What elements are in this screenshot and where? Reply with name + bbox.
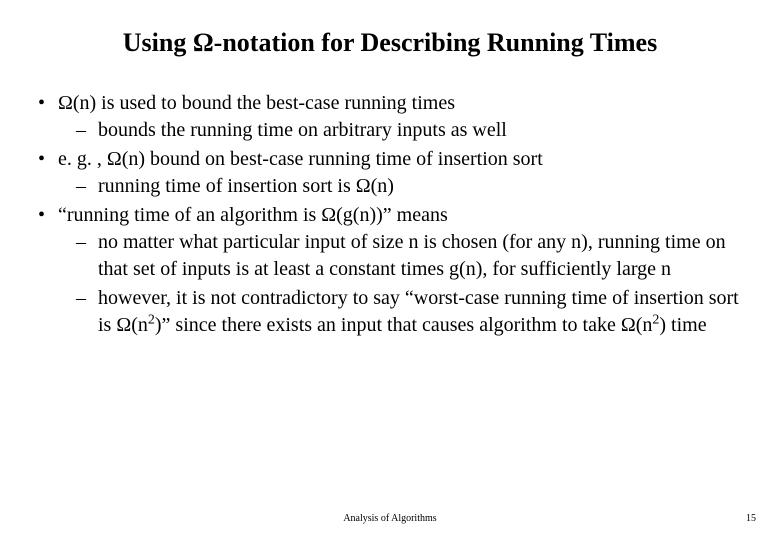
- sub-bullet-text: bounds the running time on arbitrary inp…: [98, 119, 507, 141]
- sub-bullet-text: no matter what particular input of size …: [98, 231, 726, 280]
- superscript: 2: [148, 312, 155, 327]
- sub-bullet-item: no matter what particular input of size …: [58, 229, 750, 283]
- sub-bullet-text: running time of insertion sort is Ω(n): [98, 175, 394, 197]
- bullet-item: e. g. , Ω(n) bound on best-case running …: [30, 146, 750, 200]
- bullet-text: “running time of an algorithm is Ω(g(n))…: [58, 204, 448, 226]
- bullet-text: Ω(n) is used to bound the best-case runn…: [58, 92, 455, 114]
- sub-bullet-list: bounds the running time on arbitrary inp…: [58, 117, 750, 144]
- slide-content: Ω(n) is used to bound the best-case runn…: [30, 90, 750, 339]
- bullet-item: Ω(n) is used to bound the best-case runn…: [30, 90, 750, 144]
- bullet-text: e. g. , Ω(n) bound on best-case running …: [58, 148, 543, 170]
- sub-bullet-item: however, it is not contradictory to say …: [58, 285, 750, 339]
- footer-text: Analysis of Algorithms: [0, 513, 780, 524]
- sub-bullet-text-part: )” since there exists an input that caus…: [155, 314, 653, 336]
- sub-bullet-text-part: ) time: [659, 314, 706, 336]
- sub-bullet-list: running time of insertion sort is Ω(n): [58, 173, 750, 200]
- sub-bullet-item: running time of insertion sort is Ω(n): [58, 173, 750, 200]
- slide-body: Using Ω-notation for Describing Running …: [0, 0, 780, 339]
- bullet-list: Ω(n) is used to bound the best-case runn…: [30, 90, 750, 339]
- sub-bullet-list: no matter what particular input of size …: [58, 229, 750, 339]
- slide-title: Using Ω-notation for Describing Running …: [30, 28, 750, 58]
- page-number: 15: [746, 513, 756, 524]
- bullet-item: “running time of an algorithm is Ω(g(n))…: [30, 202, 750, 339]
- sub-bullet-item: bounds the running time on arbitrary inp…: [58, 117, 750, 144]
